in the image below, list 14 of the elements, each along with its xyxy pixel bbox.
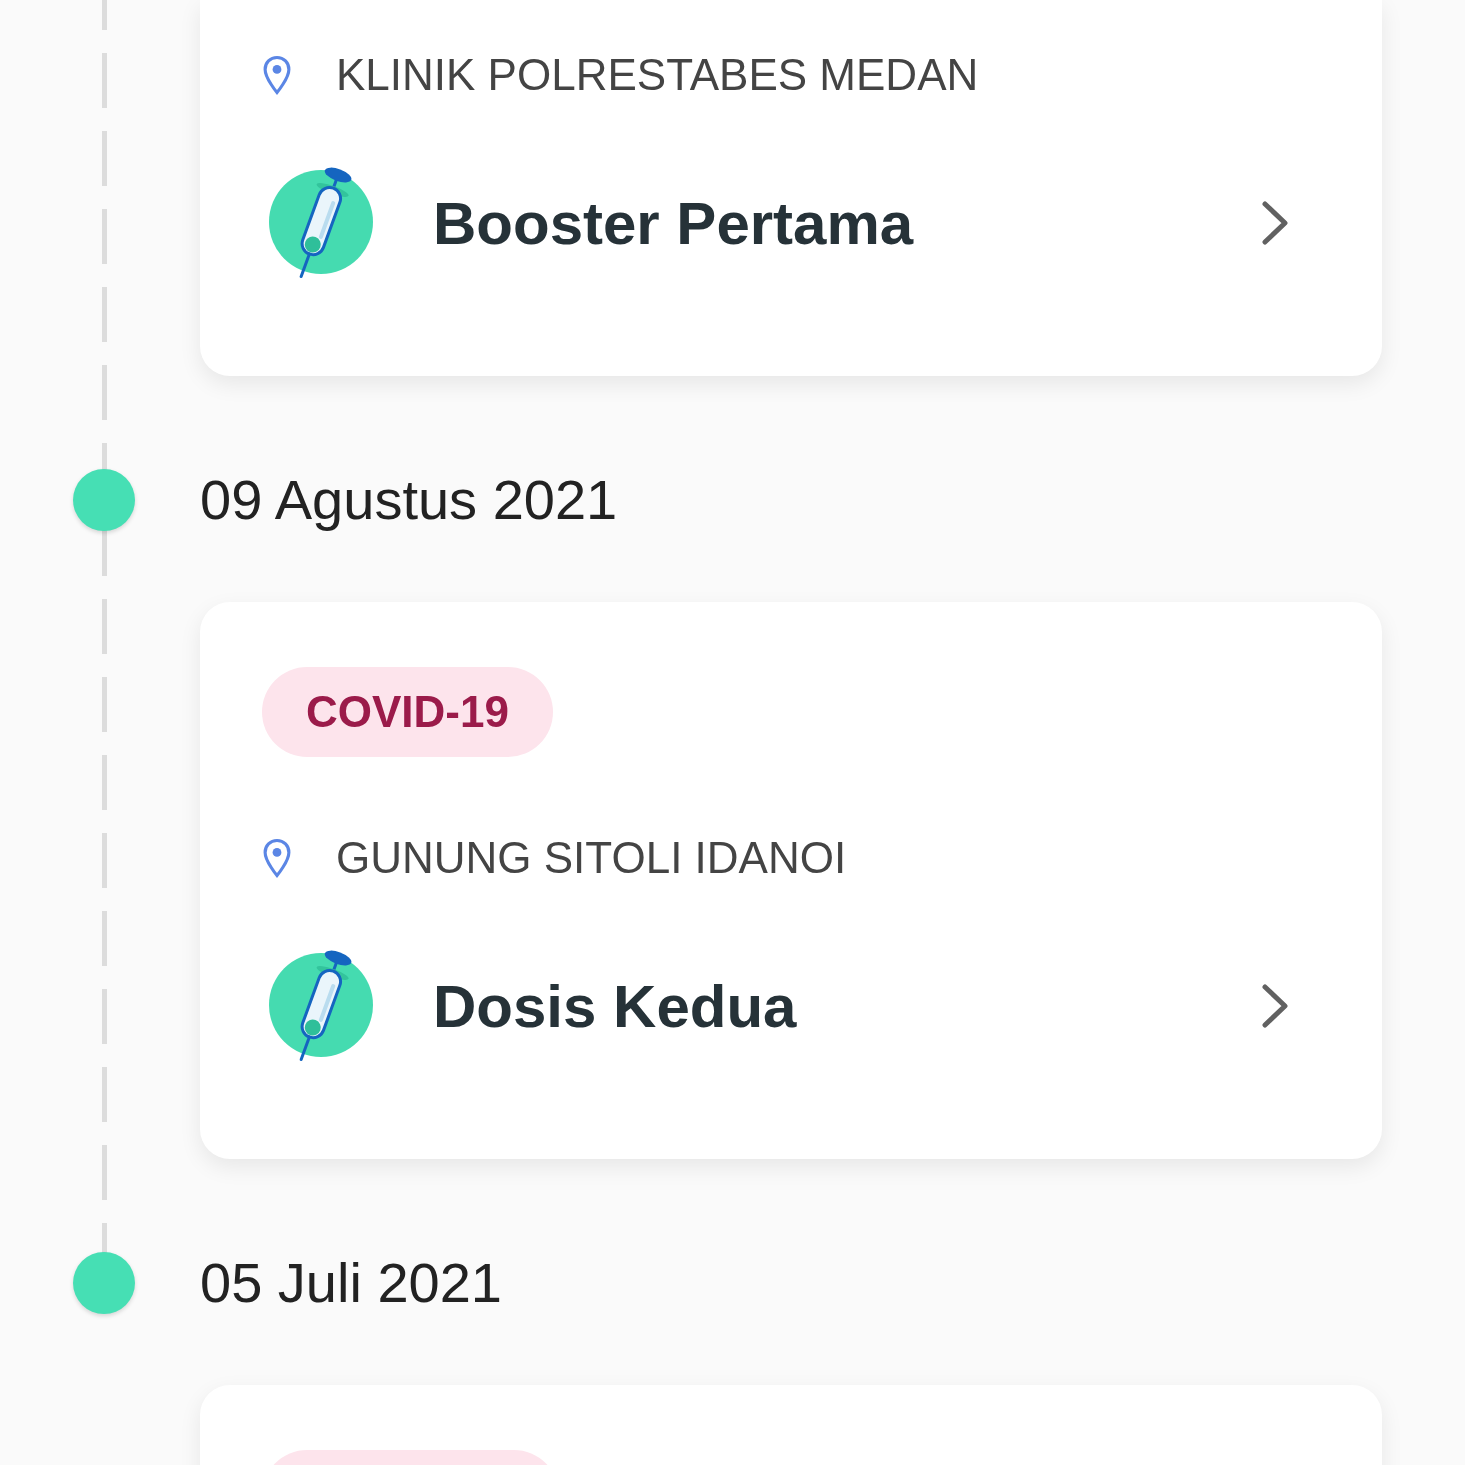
chevron-right-icon — [1260, 200, 1290, 246]
date-label: 05 Juli 2021 — [200, 1255, 502, 1311]
chevron-right-icon — [1260, 983, 1290, 1029]
category-tag: COVID-19 — [262, 667, 553, 757]
timeline-dot-icon — [73, 469, 135, 531]
location-label: GUNUNG SITOLI IDANOI — [336, 836, 847, 880]
vaccination-card[interactable]: KLINIK POLRESTABES MEDAN Booster Pertama — [200, 0, 1382, 376]
timeline-dot-icon — [73, 1252, 135, 1314]
dose-title: Booster Pertama — [433, 188, 915, 258]
location-pin-icon — [262, 837, 292, 879]
location-pin-icon — [262, 54, 292, 96]
vaccination-card[interactable]: COVID-19 GUNUNG SITOLI IDANOI Dosis Kedua — [200, 602, 1382, 1159]
location-label: KLINIK POLRESTABES MEDAN — [336, 53, 979, 97]
dose-title: Dosis Kedua — [433, 971, 798, 1041]
